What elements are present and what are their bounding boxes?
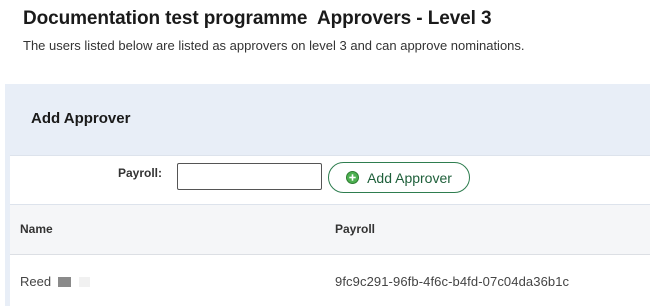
payroll-input[interactable] [177,163,322,190]
column-header-name[interactable]: Name [20,222,53,236]
table-row: Reed 9fc9c291-96fb-4f6c-b4fd-07c04da36b1… [10,255,650,306]
approver-payroll: 9fc9c291-96fb-4f6c-b4fd-07c04da36b1c [335,274,570,289]
redacted-block [79,276,91,287]
add-approver-button-label: Add Approver [367,169,452,186]
add-approver-button[interactable]: Add Approver [328,162,470,193]
add-approver-panel: Add Approver Payroll: Add Approver Name … [5,84,650,306]
add-approver-heading: Add Approver [31,110,131,127]
approvers-table: Name Payroll Reed 9fc9c291-96fb-4f6c-b4f… [10,205,650,306]
plus-circle-icon [346,171,360,184]
add-approver-form: Payroll: Add Approver [10,155,650,205]
page-subtitle: The users listed below are listed as app… [23,38,525,53]
table-header: Name Payroll [10,205,650,255]
redacted-block [58,276,72,287]
page-title: Documentation test programme Approvers -… [23,8,492,29]
approver-name: Reed [20,274,52,289]
approver-name-cell: Reed [20,274,91,289]
payroll-label: Payroll: [118,166,163,180]
page: Documentation test programme Approvers -… [0,0,650,306]
column-header-payroll[interactable]: Payroll [335,222,375,236]
